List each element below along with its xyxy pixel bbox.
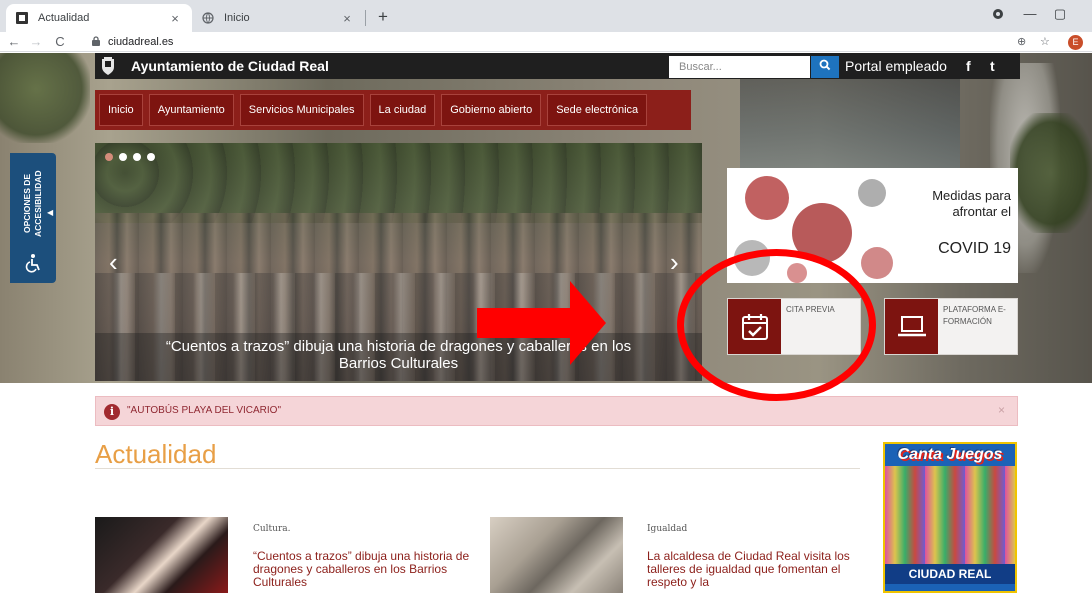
tab-separator <box>365 10 366 26</box>
profile-avatar[interactable]: E <box>1068 35 1083 50</box>
web-page: Ayuntamiento de Ciudad Real Portal emple… <box>0 53 1092 593</box>
portal-empleado-link[interactable]: Portal empleado <box>845 56 947 76</box>
new-tab-button[interactable]: + <box>371 6 395 28</box>
accessibility-label: OPCIONES DE ACCESIBILIDAD <box>22 170 43 237</box>
alert-text[interactable]: "AUTOBÚS PLAYA DEL VICARIO" <box>127 405 281 416</box>
covid-title: COVID 19 <box>938 240 1011 257</box>
maximize-icon[interactable]: ▢ <box>1050 6 1070 22</box>
info-icon: i <box>104 404 120 420</box>
annotation-arrow <box>477 308 570 338</box>
news-title-link[interactable]: La alcaldesa de Ciudad Real visita los t… <box>647 550 869 589</box>
globe-icon <box>202 12 214 24</box>
carousel-dots <box>105 153 155 161</box>
chevron-left-icon[interactable]: ‹ <box>109 249 118 275</box>
alert-banner[interactable]: i "AUTOBÚS PLAYA DEL VICARIO" × <box>95 396 1018 426</box>
covid-text: Medidas para afrontar el <box>932 188 1011 219</box>
close-icon[interactable]: × <box>998 403 1005 417</box>
facebook-icon[interactable]: f <box>966 56 971 76</box>
lock-icon <box>92 35 100 49</box>
close-tab-icon[interactable]: × <box>340 11 354 26</box>
section-title: Actualidad <box>95 439 217 469</box>
browser-tab-actualidad[interactable]: Actualidad × <box>6 4 192 32</box>
tab-title: Actualidad <box>38 12 90 24</box>
annotation-arrow-head <box>570 281 606 365</box>
browser-toolbar: ← → C ciudadreal.es ⊕ ☆ E <box>0 32 1092 52</box>
tab-title: Inicio <box>224 12 250 24</box>
section-divider <box>95 468 860 469</box>
plataforma-eformacion-link[interactable]: PLATAFORMA E- FORMACIÓN <box>884 298 1018 355</box>
zoom-icon[interactable]: ⊕ <box>1017 34 1026 50</box>
site-title[interactable]: Ayuntamiento de Ciudad Real <box>131 56 329 76</box>
ad-image <box>885 466 1015 566</box>
carousel-dot[interactable] <box>147 153 155 161</box>
wheelchair-icon <box>23 253 43 273</box>
bookmark-star-icon[interactable]: ☆ <box>1040 34 1050 50</box>
chevron-right-icon[interactable]: › <box>670 249 679 275</box>
main-navigation: Inicio Ayuntamiento Servicios Municipale… <box>95 90 691 130</box>
close-tab-icon[interactable]: × <box>168 11 182 26</box>
reload-icon[interactable]: C <box>52 34 68 50</box>
carousel-dot[interactable] <box>133 153 141 161</box>
carousel-dot[interactable] <box>105 153 113 161</box>
nav-item-gobierno-abierto[interactable]: Gobierno abierto <box>441 94 542 126</box>
back-arrow-icon[interactable]: ← <box>6 34 22 50</box>
laptop-icon <box>885 299 938 354</box>
search-button[interactable] <box>811 56 839 78</box>
url-text: ciudadreal.es <box>108 36 174 48</box>
nav-item-la-ciudad[interactable]: La ciudad <box>369 94 436 126</box>
minimize-icon[interactable]: — <box>1020 6 1040 21</box>
news-title-link[interactable]: “Cuentos a trazos” dibuja una historia d… <box>253 550 475 589</box>
browser-tab-bar: Actualidad × Inicio × + — ▢ <box>0 0 1092 32</box>
carousel-caption[interactable]: “Cuentos a trazos” dibuja una historia d… <box>95 333 702 381</box>
nav-item-servicios-municipales[interactable]: Servicios Municipales <box>239 94 364 126</box>
news-carousel[interactable]: ‹ › “Cuentos a trazos” dibuja una histor… <box>95 143 702 381</box>
site-favicon-icon <box>16 12 28 24</box>
address-bar[interactable]: ciudadreal.es <box>92 34 173 50</box>
search-input[interactable] <box>669 56 810 78</box>
cantajuegos-ad[interactable]: Canta Juegos CIUDAD REAL <box>883 442 1017 593</box>
news-image[interactable] <box>95 517 228 593</box>
ad-footer: CIUDAD REAL <box>885 564 1015 584</box>
forward-arrow-icon[interactable]: → <box>28 34 44 50</box>
accessibility-options-tab[interactable]: OPCIONES DE ACCESIBILIDAD ◀ <box>10 153 56 283</box>
carousel-dot[interactable] <box>119 153 127 161</box>
plataforma-eformacion-label: PLATAFORMA E- FORMACIÓN <box>943 305 1006 326</box>
extension-icon[interactable] <box>988 6 1008 23</box>
news-category: Igualdad <box>647 524 688 534</box>
twitter-icon[interactable]: t <box>990 56 995 76</box>
browser-tab-inicio[interactable]: Inicio × <box>192 4 364 32</box>
annotation-circle <box>677 249 876 401</box>
news-category: Cultura. <box>253 524 291 534</box>
ad-title: Canta Juegos <box>897 446 1003 463</box>
news-image[interactable] <box>490 517 623 593</box>
nav-item-sede-electronica[interactable]: Sede electrónica <box>547 94 648 126</box>
search-icon <box>819 58 831 76</box>
nav-item-inicio[interactable]: Inicio <box>99 94 143 126</box>
caret-left-icon: ◀ <box>47 208 54 217</box>
coat-of-arms-icon[interactable] <box>100 56 116 76</box>
nav-item-ayuntamiento[interactable]: Ayuntamiento <box>148 94 234 126</box>
